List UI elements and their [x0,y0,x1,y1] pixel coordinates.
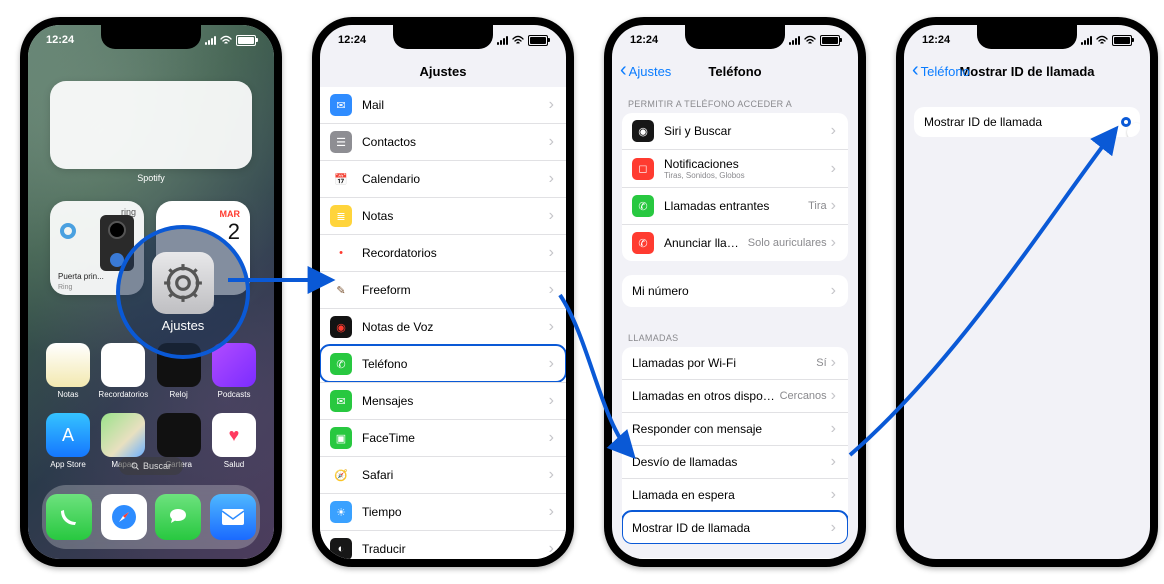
telefono-row[interactable]: ◻NotificacionesTiras, Sonidos, Globos [622,149,848,187]
app-appstore[interactable]: AApp Store [46,413,90,469]
settings-row[interactable]: ▣ FaceTime [320,419,566,456]
row-label: Traducir [362,542,549,556]
back-button[interactable]: Teléfono [912,64,970,79]
signal-icon [205,36,216,45]
nav-bar: Ajustes [320,55,566,87]
row-icon: ✎ [330,279,352,301]
home-screen: 12:24 Spotify ring [28,25,274,559]
settings-row[interactable]: ✆ Teléfono [320,345,566,382]
row-label: Recordatorios [362,246,549,260]
row-label: Tiempo [362,505,549,519]
app-salud[interactable]: ♥Salud [212,413,256,469]
dock-safari[interactable] [101,494,147,540]
settings-row[interactable]: 📅 Calendario [320,160,566,197]
telefono-row[interactable]: Desvío de llamadas [622,445,848,478]
settings-app-icon [152,252,214,314]
telefono-row[interactable]: ✆Anunciar llamadasSolo auriculares [622,224,848,261]
show-caller-id-row[interactable]: Mostrar ID de llamada [914,107,1140,137]
row-label: Mail [362,98,549,112]
phone-3-telefono: 12:24 Ajustes Teléfono PERMITIR A TELÉFO… [604,17,866,567]
row-icon: 📅 [330,168,352,190]
row-label: Calendario [362,172,549,186]
settings-row[interactable]: ✉ Mensajes [320,382,566,419]
dock-messages[interactable] [155,494,201,540]
tutorial-stage: 12:24 Spotify ring [0,0,1164,584]
settings-row[interactable]: ☀ Tiempo [320,493,566,530]
search-icon [131,462,139,470]
row-icon: ◉ [632,120,654,142]
status-time: 12:24 [46,34,74,46]
row-label: Mensajes [362,394,549,408]
phone-1-home: 12:24 Spotify ring [20,17,282,567]
settings-row[interactable]: ☰ Contactos [320,123,566,160]
row-icon: ✉ [330,390,352,412]
settings-row[interactable]: ◐ Traducir [320,530,566,559]
settings-row[interactable]: ✉ Mail [320,87,566,123]
row-icon: ◐ [330,538,352,559]
row-label: Contactos [362,135,549,149]
telefono-row[interactable]: Silenciar desconocidosDesactivado [622,558,848,559]
settings-row[interactable]: 🧭 Safari [320,456,566,493]
row-icon: 🧭 [330,464,352,486]
phone-2-ajustes: 12:24 Ajustes ✉Mail☰Contactos📅Calendario… [312,17,574,567]
dock [42,485,260,549]
telefono-row[interactable]: ◉Siri y Buscar [622,113,848,149]
status-right [205,35,256,46]
row-label: Notas [362,209,549,223]
back-button[interactable]: Ajustes [620,64,671,79]
settings-row[interactable]: ✎ Freeform [320,271,566,308]
ring-logo-icon [60,223,76,239]
row-icon: • [330,242,352,264]
row-label: Safari [362,468,549,482]
highlight-settings[interactable]: Ajustes [116,225,250,359]
spotlight-search[interactable]: Buscar [119,457,183,475]
nav-title: Teléfono [708,64,761,79]
telefono-row[interactable]: Llamadas en otros dispositivosCercanos [622,379,848,412]
telefono-row[interactable]: Mi número [622,275,848,307]
row-label: FaceTime [362,431,549,445]
dock-phone[interactable] [46,494,92,540]
row-icon: ▣ [330,427,352,449]
row-icon: ✉ [330,94,352,116]
telefono-row[interactable]: ✆Llamadas entrantesTira [622,187,848,224]
row-icon: ☀ [330,501,352,523]
telefono-row[interactable]: Llamadas por Wi-FiSí [622,347,848,379]
widget-spotify[interactable]: Spotify [50,81,252,169]
phone-4-callerid: 12:24 Teléfono Mostrar ID de llamada Mos… [896,17,1158,567]
nav-title: Mostrar ID de llamada [959,64,1094,79]
telefono-row[interactable]: Llamada en espera [622,478,848,511]
dock-mail[interactable] [210,494,256,540]
row-icon: ✆ [632,195,654,217]
app-podcasts[interactable]: Podcasts [212,343,256,399]
settings-list[interactable]: ✉ Mail ☰ Contactos 📅 Calendario ≣ Notas • Recorda… [320,87,566,559]
telefono-row[interactable]: Mostrar ID de llamada [622,511,848,544]
row-icon: ✆ [330,353,352,375]
app-recordatorios[interactable]: Recordatorios [101,343,145,399]
row-label: Notas de Voz [362,320,549,334]
row-icon: ☰ [330,131,352,153]
nav-title: Ajustes [420,64,467,79]
row-icon: ✆ [632,232,654,254]
settings-row[interactable]: ≣ Notas [320,197,566,234]
row-icon: ◉ [330,316,352,338]
telefono-row[interactable]: Responder con mensaje [622,412,848,445]
row-icon: ≣ [330,205,352,227]
settings-row[interactable]: ◉ Notas de Voz [320,308,566,345]
row-icon: ◻ [632,158,654,180]
battery-icon [236,35,256,46]
telefono-list[interactable]: PERMITIR A TELÉFONO ACCEDER A◉Siri y Bus… [612,87,858,559]
settings-row[interactable]: • Recordatorios [320,234,566,271]
row-label: Freeform [362,283,549,297]
app-notas[interactable]: Notas [46,343,90,399]
row-label: Teléfono [362,357,549,371]
highlight-toggle [1124,120,1128,124]
wifi-icon [220,35,232,45]
